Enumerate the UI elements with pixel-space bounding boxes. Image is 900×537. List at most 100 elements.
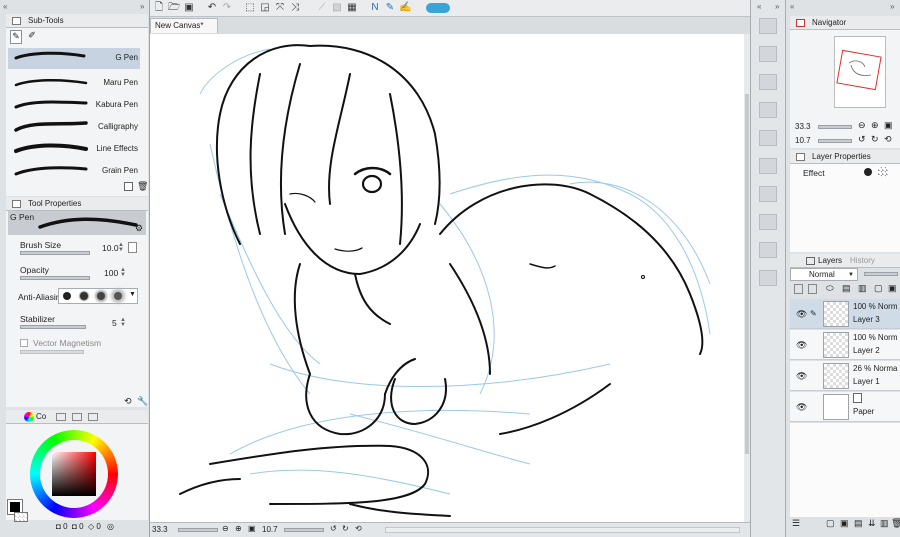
material-manga-icon[interactable] xyxy=(759,130,777,146)
navigator-zoom-out-icon[interactable]: ⊖ xyxy=(858,120,866,131)
drawing-canvas[interactable] xyxy=(150,34,744,522)
hue-value[interactable]: 0 xyxy=(63,522,67,531)
clear-selection-icon[interactable]: ⬚ xyxy=(244,2,256,14)
eye-icon[interactable]: 👁 xyxy=(796,340,807,351)
material-character-icon[interactable] xyxy=(759,214,777,230)
layer-row-layer-3[interactable]: 👁 ✎ 100 % Norm Layer 3 xyxy=(790,299,900,329)
tool-reset-icon[interactable]: ⟲ xyxy=(124,396,132,407)
navigator-angle-slider[interactable] xyxy=(818,139,852,143)
navigator-fit-icon[interactable]: ▣ xyxy=(884,120,893,131)
material-panel-icon[interactable] xyxy=(759,18,777,34)
material-tone-icon[interactable] xyxy=(759,74,777,90)
delete-subtool-icon[interactable]: 🗑 xyxy=(137,181,148,192)
navigator-zoom-value[interactable]: 33.3 xyxy=(795,122,811,131)
layer-row-paper[interactable]: 👁 Paper xyxy=(790,392,900,422)
material-image-icon[interactable] xyxy=(759,46,777,62)
material-bg-icon[interactable] xyxy=(759,242,777,258)
delete-layer-icon[interactable]: 🗑 xyxy=(891,518,900,529)
horizontal-scrollbar[interactable] xyxy=(385,527,740,533)
open-file-icon[interactable]: 🗁 xyxy=(168,2,180,14)
new-folder-icon[interactable]: ▤ xyxy=(854,518,863,529)
brush-size-lock-icon[interactable] xyxy=(128,242,137,253)
eye-icon[interactable]: 👁 xyxy=(796,371,807,382)
undo-icon[interactable]: ↶ xyxy=(206,2,218,14)
layer-clip-icon[interactable]: ▤ xyxy=(842,283,851,294)
color-set-tab-icon[interactable] xyxy=(88,413,98,421)
status-zoom-slider[interactable] xyxy=(178,528,218,532)
layer-color-icon[interactable]: ▢ xyxy=(874,283,883,294)
pen-lock-icon[interactable]: ✎ xyxy=(810,309,817,318)
effect-tone-icon[interactable] xyxy=(878,167,888,177)
zoom-out-icon[interactable]: ⊖ xyxy=(222,524,229,533)
navigator-rotate-left-icon[interactable]: ↺ xyxy=(858,134,866,145)
material-3d-icon[interactable] xyxy=(759,158,777,174)
save-icon[interactable]: ▣ xyxy=(183,2,195,14)
stabilizer-value[interactable]: 5 xyxy=(112,318,117,328)
color-palette-tab-icon[interactable] xyxy=(56,413,66,421)
brush-size-slider[interactable] xyxy=(20,251,90,255)
status-angle-slider[interactable] xyxy=(284,528,324,532)
antialias-weak-icon[interactable] xyxy=(80,292,88,300)
vector-magnetism-checkbox[interactable] xyxy=(20,339,28,347)
navigator-zoom-in-icon[interactable]: ⊕ xyxy=(871,120,879,131)
layer-row-layer-1[interactable]: 👁 26 % Norma Layer 1 xyxy=(790,361,900,391)
brush-calligraphy[interactable]: Calligraphy xyxy=(8,117,140,138)
snap-special-ruler-icon[interactable]: ▧ xyxy=(331,2,343,14)
layer-lock-icon[interactable] xyxy=(794,284,803,294)
snap-ruler-icon[interactable]: ⟋ xyxy=(316,2,328,14)
brush-kabura-pen[interactable]: Kabura Pen xyxy=(8,95,140,116)
new-vector-layer-icon[interactable]: ▣ xyxy=(840,518,849,529)
color-wheel-tab-icon[interactable] xyxy=(24,412,34,422)
vector-icon[interactable]: ✎ xyxy=(384,2,396,14)
status-zoom-value[interactable]: 33.3 xyxy=(152,525,168,534)
antialias-strong-icon[interactable] xyxy=(114,292,122,300)
panel-collapse-right-icon[interactable]: » xyxy=(140,2,144,11)
rotate-left-icon[interactable]: ↺ xyxy=(330,524,337,533)
layers-tab-label[interactable]: Layers xyxy=(818,254,842,268)
redo-icon[interactable]: ↷ xyxy=(221,2,233,14)
new-subtool-icon[interactable] xyxy=(124,182,133,191)
scale-icon[interactable]: ⤨ xyxy=(289,2,301,14)
navigator-zoom-slider[interactable] xyxy=(818,125,852,129)
color-icon[interactable]: ✍ xyxy=(399,2,411,14)
transform-icon[interactable]: ⤧ xyxy=(274,2,286,14)
vector-magnetism-slider[interactable] xyxy=(20,350,84,354)
brightness-value[interactable]: 0 xyxy=(96,522,100,531)
brush-grain-pen[interactable]: Grain Pen xyxy=(8,161,140,182)
material-pattern-icon[interactable] xyxy=(759,102,777,118)
fill-icon[interactable]: ◲ xyxy=(259,2,271,14)
rotate-right-icon[interactable]: ↻ xyxy=(342,524,349,533)
color-mode-icon[interactable]: ◎ xyxy=(107,522,114,531)
layer-opacity-slider[interactable] xyxy=(864,272,898,276)
sub-color-swatch[interactable] xyxy=(14,512,28,522)
antialias-medium-icon[interactable] xyxy=(97,292,105,300)
brush-size-stepper[interactable]: ▲ ▼ xyxy=(118,242,124,253)
collapse-strip-icon[interactable]: « xyxy=(757,2,761,11)
chevron-down-icon[interactable]: ▼ xyxy=(129,291,136,298)
scrollbar-thumb[interactable] xyxy=(745,94,749,454)
opacity-slider[interactable] xyxy=(20,276,90,280)
canvas-tab[interactable]: New Canvas* ● xyxy=(150,18,218,44)
layer-more-icon[interactable]: ▣ xyxy=(888,283,897,294)
material-search-icon[interactable] xyxy=(759,270,777,286)
tablet-link-icon[interactable] xyxy=(426,3,450,13)
eye-icon[interactable]: 👁 xyxy=(796,309,807,320)
marker-group-icon[interactable]: ✐ xyxy=(26,30,38,44)
brush-g-pen[interactable]: G Pen xyxy=(8,48,140,69)
opacity-stepper[interactable]: ▲ ▼ xyxy=(120,267,126,278)
layer-draft-icon[interactable]: ▥ xyxy=(858,283,867,294)
layers-menu-icon[interactable]: ☰ xyxy=(792,518,800,529)
layer-mask-add-icon[interactable]: ▥ xyxy=(880,518,889,529)
navigator-reset-icon[interactable]: ⟲ xyxy=(884,134,892,145)
navigator-rotate-right-icon[interactable]: ↻ xyxy=(871,134,879,145)
navigator-preview[interactable] xyxy=(834,36,886,108)
color-saturation-square[interactable] xyxy=(52,452,96,496)
antialias-options[interactable]: ▼ xyxy=(58,288,138,304)
panel-collapse-left-icon[interactable]: « xyxy=(3,2,7,11)
tool-settings-wrench-icon[interactable]: 🔧 xyxy=(137,396,148,407)
eye-icon[interactable]: 👁 xyxy=(796,402,807,413)
brush-size-value[interactable]: 10.0 xyxy=(102,243,119,253)
fit-icon[interactable]: ▣ xyxy=(248,524,256,533)
effect-border-icon[interactable] xyxy=(864,168,872,176)
snap-grid-icon[interactable]: ▦ xyxy=(346,2,358,14)
